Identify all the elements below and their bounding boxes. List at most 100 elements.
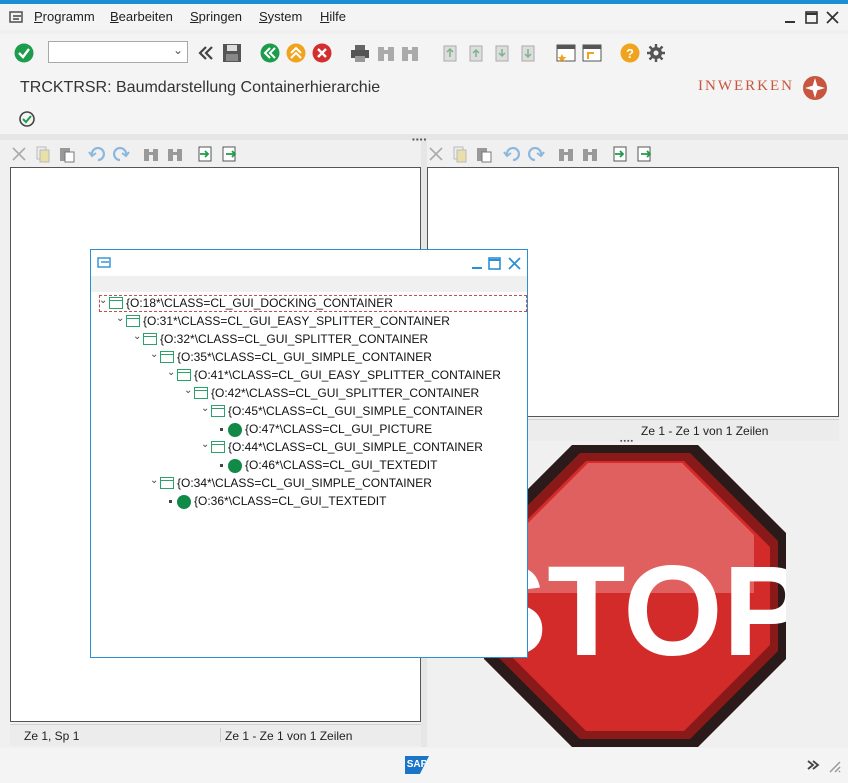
- tree-node-label: {O:34*\CLASS=CL_GUI_SIMPLE_CONTAINER: [177, 476, 432, 490]
- find-next-icon[interactable]: [581, 145, 599, 163]
- container-window-icon: [211, 441, 225, 453]
- stop-sign-picture: STOP: [484, 445, 786, 747]
- tree-bullet-icon: [220, 464, 223, 467]
- paste-icon[interactable]: [475, 145, 493, 163]
- previous-page-icon[interactable]: [466, 43, 486, 63]
- bottom-status-bar: SAP: [0, 748, 848, 783]
- tree-node-container[interactable]: ⌄ {O:18*\CLASS=CL_GUI_DOCKING_CONTAINER: [97, 295, 523, 313]
- container-window-icon: [177, 369, 191, 381]
- splitter-handle[interactable]: ▪▪▪▪: [0, 134, 848, 144]
- back-icon[interactable]: [260, 43, 280, 63]
- minimize-icon[interactable]: [471, 258, 483, 270]
- tree-node-label: {O:45*\CLASS=CL_GUI_SIMPLE_CONTAINER: [228, 404, 483, 418]
- tree-node-leaf[interactable]: {O:36*\CLASS=CL_GUI_TEXTEDIT: [97, 493, 523, 511]
- find-icon[interactable]: [142, 145, 160, 163]
- line-count: Ze 1 - Ze 1 von 1 Zeilen: [641, 424, 769, 438]
- tree-node-container[interactable]: ⌄ {O:34*\CLASS=CL_GUI_SIMPLE_CONTAINER: [97, 475, 523, 493]
- save-local-file-icon[interactable]: [220, 145, 238, 163]
- container-window-icon: [160, 477, 174, 489]
- inwerken-logo-icon: [803, 76, 827, 100]
- maximize-icon[interactable]: [488, 257, 501, 270]
- shortcut-icon[interactable]: [582, 43, 602, 63]
- load-local-file-icon[interactable]: [196, 145, 214, 163]
- chevron-down-icon[interactable]: ⌄: [173, 43, 183, 57]
- tree-bullet-icon: [169, 500, 172, 503]
- copy-icon[interactable]: [451, 145, 469, 163]
- menu-system[interactable]: System: [259, 9, 302, 24]
- popup-titlebar: [91, 250, 527, 276]
- tree-node-label: {O:36*\CLASS=CL_GUI_TEXTEDIT: [194, 494, 387, 508]
- last-page-icon[interactable]: [518, 43, 538, 63]
- find-icon[interactable]: [557, 145, 575, 163]
- system-menu-icon[interactable]: [97, 256, 113, 270]
- undo-icon[interactable]: [503, 145, 521, 163]
- redo-icon[interactable]: [112, 145, 130, 163]
- find-next-icon[interactable]: [400, 43, 420, 63]
- tree-node-label: {O:41*\CLASS=CL_GUI_EASY_SPLITTER_CONTAI…: [194, 368, 501, 382]
- cut-icon[interactable]: [427, 145, 445, 163]
- tree-node-label: {O:47*\CLASS=CL_GUI_PICTURE: [245, 422, 433, 436]
- execute-refresh-icon[interactable]: [18, 110, 36, 128]
- close-icon[interactable]: [826, 11, 839, 24]
- system-menu-icon[interactable]: [9, 10, 25, 24]
- container-window-icon: [211, 405, 225, 417]
- first-page-icon[interactable]: [440, 43, 460, 63]
- redo-icon[interactable]: [527, 145, 545, 163]
- tree-bullet-icon: [220, 428, 223, 431]
- maximize-icon[interactable]: [805, 11, 818, 24]
- menu-springen[interactable]: Springen: [190, 9, 242, 24]
- tree-node-container[interactable]: ⌄ {O:42*\CLASS=CL_GUI_SPLITTER_CONTAINER: [97, 385, 523, 403]
- tree-node-container[interactable]: ⌄ {O:32*\CLASS=CL_GUI_SPLITTER_CONTAINER: [97, 331, 523, 349]
- control-leaf-icon: [177, 495, 191, 509]
- tree-node-container[interactable]: ⌄ {O:35*\CLASS=CL_GUI_SIMPLE_CONTAINER: [97, 349, 523, 367]
- tree-node-label: {O:31*\CLASS=CL_GUI_EASY_SPLITTER_CONTAI…: [143, 314, 450, 328]
- menu-programm[interactable]: Programm: [34, 9, 95, 24]
- find-icon[interactable]: [376, 43, 396, 63]
- enter-check-icon[interactable]: [14, 43, 34, 63]
- container-window-icon: [109, 297, 123, 309]
- title-area: TRCKTRSR: Baumdarstellung Containerhiera…: [0, 72, 848, 104]
- cut-icon[interactable]: [10, 145, 28, 163]
- menu-hilfe[interactable]: Hilfe: [320, 9, 346, 24]
- tree-node-leaf[interactable]: {O:47*\CLASS=CL_GUI_PICTURE: [97, 421, 523, 439]
- load-local-file-icon[interactable]: [611, 145, 629, 163]
- next-page-icon[interactable]: [492, 43, 512, 63]
- application-toolbar: [0, 104, 848, 134]
- tree-node-container[interactable]: ⌄ {O:45*\CLASS=CL_GUI_SIMPLE_CONTAINER: [97, 403, 523, 421]
- save-local-file-icon[interactable]: [635, 145, 653, 163]
- popup-toolbar-strip: [91, 276, 527, 292]
- command-field[interactable]: ⌄: [48, 41, 188, 63]
- new-session-icon[interactable]: [556, 43, 576, 63]
- resize-grip-icon[interactable]: [826, 758, 842, 774]
- splitter-grip-icon[interactable]: ▪▪▪▪: [620, 438, 634, 445]
- settings-gear-icon[interactable]: [646, 43, 666, 63]
- close-icon[interactable]: [508, 257, 521, 270]
- find-next-icon[interactable]: [166, 145, 184, 163]
- standard-toolbar: ⌄ ?: [0, 34, 848, 72]
- exit-icon[interactable]: [286, 43, 306, 63]
- tree-node-label: {O:46*\CLASS=CL_GUI_TEXTEDIT: [245, 458, 438, 472]
- container-tree: ⌄ {O:18*\CLASS=CL_GUI_DOCKING_CONTAINER ⌄{…: [97, 295, 527, 655]
- tree-node-leaf[interactable]: {O:46*\CLASS=CL_GUI_TEXTEDIT: [97, 457, 523, 475]
- inwerken-logo-text: INWERKEN: [698, 78, 794, 94]
- save-icon[interactable]: [222, 43, 242, 63]
- tree-node-container[interactable]: ⌄ {O:31*\CLASS=CL_GUI_EASY_SPLITTER_CONTA…: [97, 313, 523, 331]
- right-pane-toolbar: [427, 141, 839, 167]
- line-count: Ze 1 - Ze 1 von 1 Zeilen: [225, 729, 353, 743]
- minimize-icon[interactable]: [784, 12, 796, 24]
- cancel-icon[interactable]: [312, 43, 332, 63]
- status-divider: [220, 728, 221, 742]
- status-expand-icon[interactable]: [806, 759, 820, 771]
- left-pane-statusbar: Ze 1, Sp 1 Ze 1 - Ze 1 von 1 Zeilen: [10, 724, 421, 746]
- tree-node-container[interactable]: ⌄ {O:44*\CLASS=CL_GUI_SIMPLE_CONTAINER: [97, 439, 523, 457]
- tree-node-label: {O:35*\CLASS=CL_GUI_SIMPLE_CONTAINER: [177, 350, 432, 364]
- cursor-position: Ze 1, Sp 1: [24, 729, 80, 743]
- undo-icon[interactable]: [88, 145, 106, 163]
- paste-icon[interactable]: [58, 145, 76, 163]
- print-icon[interactable]: [350, 43, 370, 63]
- tree-node-container[interactable]: ⌄ {O:41*\CLASS=CL_GUI_EASY_SPLITTER_CONTA…: [97, 367, 523, 385]
- menu-bearbeiten[interactable]: Bearbeiten: [110, 9, 173, 24]
- help-icon[interactable]: ?: [620, 43, 640, 63]
- back-double-arrow-icon[interactable]: [196, 43, 216, 63]
- copy-icon[interactable]: [34, 145, 52, 163]
